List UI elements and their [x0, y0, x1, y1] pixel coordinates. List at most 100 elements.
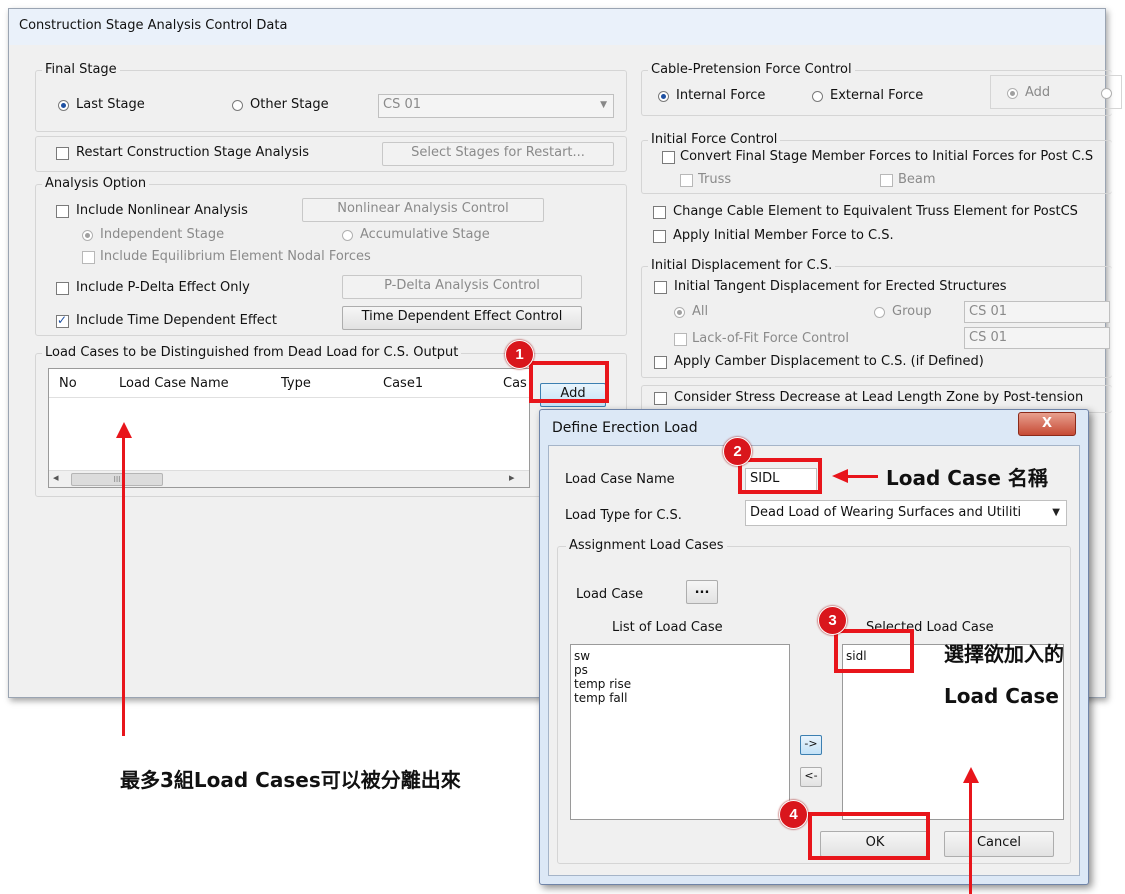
change-cable-checkbox[interactable]	[653, 206, 666, 219]
list-of-load-case[interactable]: sw ps temp rise temp fall	[570, 644, 790, 820]
highlight-load-case-name	[738, 458, 822, 494]
replace-radio[interactable]	[1101, 88, 1112, 99]
list-item[interactable]: sw	[574, 649, 786, 663]
load-type-value: Dead Load of Wearing Surfaces and Utilit…	[750, 505, 1022, 520]
beam-label[interactable]: Beam	[898, 172, 936, 187]
scroll-right-icon[interactable]: ▸	[509, 471, 515, 484]
all-label[interactable]: All	[692, 304, 708, 319]
time-dependent-label[interactable]: Include Time Dependent Effect	[76, 313, 277, 328]
restart-checkbox[interactable]	[56, 147, 69, 160]
last-stage-label[interactable]: Last Stage	[76, 97, 145, 112]
camber-label[interactable]: Apply Camber Displacement to C.S. (if De…	[674, 354, 984, 369]
dialog-title: Define Erection Load	[552, 420, 698, 436]
internal-force-radio[interactable]	[658, 91, 669, 102]
list-item[interactable]: temp fall	[574, 691, 786, 705]
load-type-select[interactable]: Dead Load of Wearing Surfaces and Utilit…	[745, 500, 1067, 526]
nonlinear-control-button[interactable]: Nonlinear Analysis Control	[302, 198, 544, 222]
tangent-checkbox[interactable]	[654, 281, 667, 294]
initial-force-group: Initial Force Control Convert Final Stag…	[641, 132, 1112, 194]
highlight-selected-item	[834, 629, 914, 673]
add-radio[interactable]	[1007, 88, 1018, 99]
time-dependent-checkbox[interactable]	[56, 313, 69, 328]
select-stages-restart-button[interactable]: Select Stages for Restart...	[382, 142, 614, 166]
step-badge-4: 4	[779, 800, 808, 829]
restart-label[interactable]: Restart Construction Stage Analysis	[76, 145, 309, 160]
stage-select[interactable]: CS 01 ▼	[378, 94, 614, 118]
lack-of-fit-label[interactable]: Lack-of-Fit Force Control	[692, 331, 849, 346]
close-button[interactable]: X	[1018, 412, 1076, 436]
group-select-2[interactable]: CS 01	[964, 327, 1110, 349]
horizontal-scrollbar[interactable]: ◂ III ▸	[49, 470, 529, 487]
convert-checkbox[interactable]	[662, 151, 675, 164]
nonlinear-checkbox[interactable]	[56, 205, 69, 218]
add-label[interactable]: Add	[1025, 85, 1050, 100]
pdelta-checkbox[interactable]	[56, 282, 69, 295]
time-dependent-control-button[interactable]: Time Dependent Effect Control	[342, 306, 582, 330]
load-case-name-label: Load Case Name	[565, 472, 675, 487]
truss-checkbox[interactable]	[680, 174, 693, 187]
arrow-selected-head	[963, 767, 979, 783]
independent-stage-label[interactable]: Independent Stage	[100, 227, 224, 242]
pdelta-label[interactable]: Include P-Delta Effect Only	[76, 280, 250, 295]
group-radio[interactable]	[874, 307, 885, 318]
equilibrium-label[interactable]: Include Equilibrium Element Nodal Forces	[100, 249, 371, 264]
truss-label[interactable]: Truss	[698, 172, 731, 187]
change-cable-label[interactable]: Change Cable Element to Equivalent Truss…	[673, 204, 1078, 219]
convert-label[interactable]: Convert Final Stage Member Forces to Ini…	[680, 149, 1093, 164]
apply-initial-label[interactable]: Apply Initial Member Force to C.S.	[673, 228, 894, 243]
note-select-line1: 選擇欲加入的	[944, 642, 1064, 666]
external-force-label[interactable]: External Force	[830, 88, 923, 103]
beam-checkbox[interactable]	[880, 174, 893, 187]
last-stage-radio[interactable]	[58, 100, 69, 111]
nonlinear-label[interactable]: Include Nonlinear Analysis	[76, 203, 248, 218]
col-case2[interactable]: Cas	[503, 376, 527, 391]
pdelta-control-button[interactable]: P-Delta Analysis Control	[342, 275, 582, 299]
cable-pretension-label: Cable-Pretension Force Control	[648, 62, 855, 77]
highlight-add-button	[529, 361, 609, 403]
window-title: Construction Stage Analysis Control Data	[19, 18, 288, 33]
accumulative-stage-label[interactable]: Accumulative Stage	[360, 227, 490, 242]
stage-select-value: CS 01	[383, 97, 422, 112]
arrow-max-cases-head	[116, 422, 132, 438]
col-case1[interactable]: Case1	[383, 376, 423, 391]
all-radio[interactable]	[674, 307, 685, 318]
initial-force-label: Initial Force Control	[648, 132, 781, 147]
group-select-1[interactable]: CS 01	[964, 301, 1110, 323]
step-badge-1: 1	[505, 340, 534, 369]
col-load-case-name[interactable]: Load Case Name	[119, 376, 229, 391]
accumulative-stage-radio[interactable]	[342, 230, 353, 241]
note-select-line2: Load Case	[944, 684, 1059, 708]
cancel-button[interactable]: Cancel	[944, 831, 1054, 857]
list-item[interactable]: temp rise	[574, 677, 786, 691]
load-case-browse-button[interactable]: ...	[686, 580, 718, 604]
internal-force-label[interactable]: Internal Force	[676, 88, 765, 103]
lack-of-fit-checkbox[interactable]	[674, 333, 687, 346]
independent-stage-radio[interactable]	[82, 230, 93, 241]
list-of-load-case-label: List of Load Case	[612, 620, 723, 635]
initial-displacement-group: Initial Displacement for C.S. Initial Ta…	[641, 258, 1112, 378]
tangent-label[interactable]: Initial Tangent Displacement for Erected…	[674, 279, 1006, 294]
chevron-down-icon: ▼	[600, 100, 607, 110]
assignment-label: Assignment Load Cases	[566, 538, 727, 553]
other-stage-radio[interactable]	[232, 100, 243, 111]
close-icon: X	[1041, 416, 1053, 431]
scroll-thumb[interactable]: III	[71, 473, 163, 486]
external-force-radio[interactable]	[812, 91, 823, 102]
scroll-left-icon[interactable]: ◂	[53, 471, 59, 484]
col-type[interactable]: Type	[281, 376, 311, 391]
chevron-down-icon: ▼	[1052, 507, 1060, 518]
other-stage-label[interactable]: Other Stage	[250, 97, 329, 112]
stress-decrease-label[interactable]: Consider Stress Decrease at Lead Length …	[674, 390, 1083, 405]
move-right-button[interactable]: ->	[800, 735, 822, 755]
camber-checkbox[interactable]	[654, 356, 667, 369]
move-left-button[interactable]: <-	[800, 767, 822, 787]
apply-initial-checkbox[interactable]	[653, 230, 666, 243]
cable-pretension-group: Cable-Pretension Force Control Internal …	[641, 62, 1122, 116]
note-load-case-name: Load Case 名稱	[886, 466, 1048, 490]
stress-decrease-checkbox[interactable]	[654, 392, 667, 405]
group-label[interactable]: Group	[892, 304, 932, 319]
list-item[interactable]: ps	[574, 663, 786, 677]
col-no[interactable]: No	[59, 376, 77, 391]
equilibrium-checkbox[interactable]	[82, 251, 95, 264]
load-cases-group-label: Load Cases to be Distinguished from Dead…	[42, 345, 462, 360]
